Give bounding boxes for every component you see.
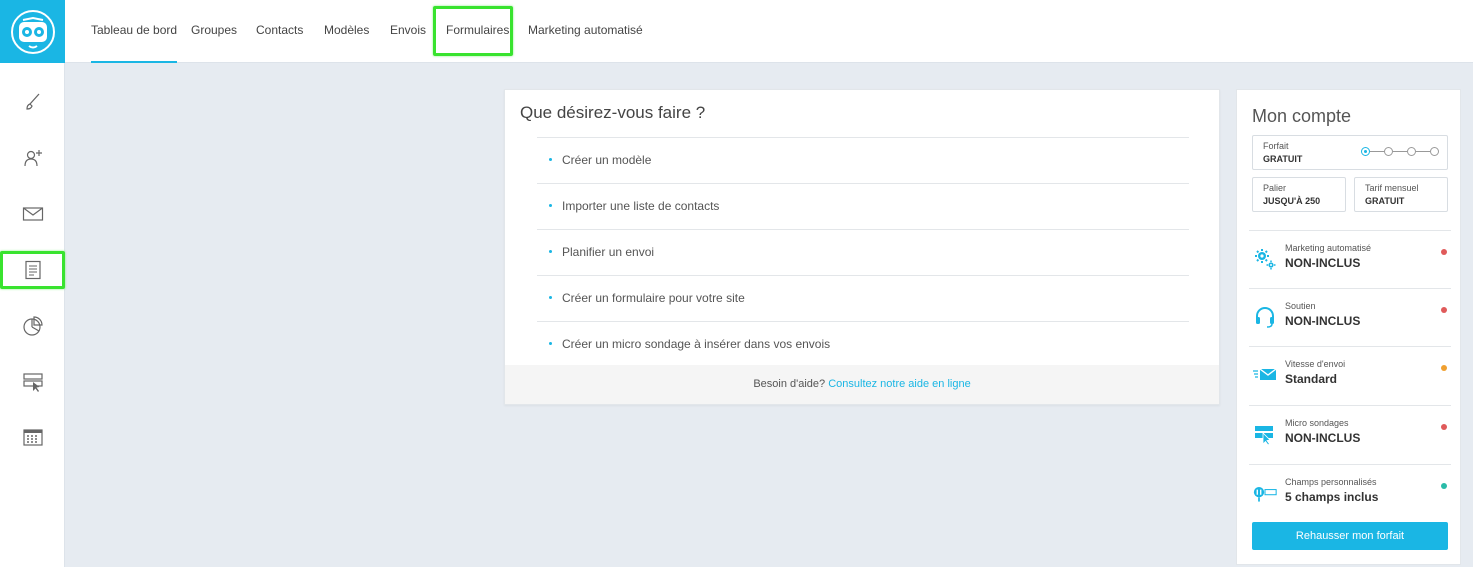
left-sidebar (0, 63, 65, 567)
gears-icon (1253, 247, 1277, 271)
nav-tab-templates[interactable]: Modèles (324, 0, 369, 63)
help-link[interactable]: Consultez notre aide en ligne (828, 378, 970, 390)
sidebar-item-sends[interactable] (0, 194, 65, 234)
feature-value: NON-INCLUS (1285, 256, 1361, 270)
quick-actions-title: Que désirez-vous faire ? (520, 103, 706, 122)
micro-survey-icon (22, 373, 43, 392)
key-field-icon (1253, 481, 1277, 505)
plan-box-palier: Palier JUSQU'À 250 (1252, 177, 1346, 212)
sidebar-item-contacts[interactable] (0, 138, 65, 178)
headset-icon (1253, 305, 1277, 329)
top-navigation-bar: Tableau de bord Groupes Contacts Modèles… (65, 0, 1473, 63)
nav-tab-dashboard[interactable]: Tableau de bord (91, 0, 178, 63)
tarif-value: GRATUIT (1365, 196, 1405, 206)
nav-tab-forms[interactable]: Formulaires (446, 0, 509, 63)
nav-tab-marketing-automation[interactable]: Marketing automatisé (528, 0, 643, 63)
action-create-template[interactable]: Créer un modèle (537, 137, 1189, 183)
quick-actions-card: Que désirez-vous faire ? Créer un modèle… (504, 89, 1220, 405)
status-dot (1441, 307, 1447, 313)
action-schedule-send[interactable]: Planifier un envoi (537, 229, 1189, 275)
nav-tab-groups[interactable]: Groupes (191, 0, 237, 63)
sidebar-item-calendar[interactable] (0, 418, 65, 458)
status-dot (1441, 483, 1447, 489)
page-scrollbar[interactable] (1466, 63, 1473, 567)
help-text: Besoin d'aide? (753, 378, 826, 390)
plan-stepper (1361, 147, 1439, 156)
owl-logo-icon (10, 9, 55, 54)
feature-value: NON-INCLUS (1285, 431, 1361, 445)
plan-box-tarif: Tarif mensuel GRATUIT (1354, 177, 1448, 212)
feature-row-micro-surveys: Micro sondages NON-INCLUS (1249, 405, 1451, 463)
status-dot (1441, 424, 1447, 430)
form-icon (24, 260, 41, 280)
plan-step (1384, 147, 1393, 156)
sidebar-item-reports[interactable] (0, 306, 65, 346)
palier-label: Palier (1263, 183, 1287, 193)
add-contact-icon (23, 150, 42, 167)
feature-label: Micro sondages (1285, 418, 1349, 428)
help-bar: Besoin d'aide? Consultez notre aide en l… (505, 365, 1219, 404)
account-title: Mon compte (1252, 106, 1352, 126)
feature-row-send-speed: Vitesse d'envoi Standard (1249, 346, 1451, 404)
sidebar-item-design[interactable] (0, 82, 65, 122)
account-panel: Mon compte Forfait GRATUIT Palier JUSQU'… (1236, 89, 1461, 565)
feature-label: Vitesse d'envoi (1285, 359, 1346, 369)
feature-label: Marketing automatisé (1285, 243, 1372, 253)
feature-label: Champs personnalisés (1285, 477, 1377, 487)
palier-value: JUSQU'À 250 (1263, 196, 1321, 206)
pie-chart-icon (22, 316, 43, 336)
micro-survey-icon (1253, 422, 1277, 446)
feature-row-support: Soutien NON-INCLUS (1249, 288, 1451, 346)
app-logo[interactable] (0, 0, 65, 63)
plan-step (1407, 147, 1416, 156)
upgrade-plan-button[interactable]: Rehausser mon forfait (1252, 522, 1448, 550)
tarif-label: Tarif mensuel (1365, 183, 1419, 193)
sidebar-item-micro-surveys[interactable] (0, 362, 65, 402)
feature-value: NON-INCLUS (1285, 314, 1361, 328)
feature-value: 5 champs inclus (1285, 490, 1379, 504)
feature-row-custom-fields: Champs personnalisés 5 champs inclus (1249, 464, 1451, 522)
status-dot (1441, 249, 1447, 255)
action-create-form[interactable]: Créer un formulaire pour votre site (537, 275, 1189, 321)
quick-actions-list: Créer un modèle Importer une liste de co… (537, 137, 1189, 367)
action-create-micro-survey[interactable]: Créer un micro sondage à insérer dans vo… (537, 321, 1189, 367)
plan-step (1361, 147, 1370, 156)
feature-label: Soutien (1285, 301, 1316, 311)
nav-tab-contacts[interactable]: Contacts (256, 0, 303, 63)
nav-tab-sends[interactable]: Envois (390, 0, 426, 63)
plan-box-forfait: Forfait GRATUIT (1252, 135, 1448, 170)
plan-step (1430, 147, 1439, 156)
feature-value: Standard (1285, 372, 1338, 386)
action-import-contacts[interactable]: Importer une liste de contacts (537, 183, 1189, 229)
brush-icon (25, 93, 39, 110)
sidebar-item-forms[interactable] (0, 250, 65, 290)
envelope-icon (22, 207, 43, 221)
fast-mail-icon (1253, 363, 1277, 387)
calendar-icon (22, 429, 43, 446)
status-dot (1441, 365, 1447, 371)
feature-row-marketing: Marketing automatisé NON-INCLUS (1249, 230, 1451, 288)
